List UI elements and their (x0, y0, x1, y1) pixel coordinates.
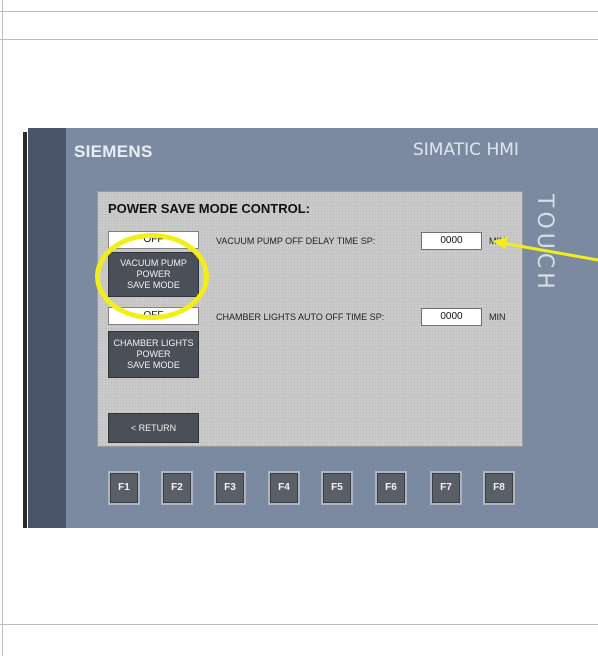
product-name: SIMATIC HMI (413, 140, 519, 160)
screen-title: POWER SAVE MODE CONTROL: (108, 201, 310, 216)
footer-rule (0, 624, 598, 625)
chamber-delay-label: CHAMBER LIGHTS AUTO OFF TIME SP: (216, 312, 385, 322)
chamber-delay-input[interactable]: 0000 (421, 308, 482, 326)
header-rule (0, 39, 598, 40)
brand-logo: SIEMENS (74, 142, 153, 161)
vacuum-delay-label: VACUUM PUMP OFF DELAY TIME SP: (216, 236, 376, 246)
return-label: < RETURN (130, 422, 177, 433)
chamber-delay-unit: MIN (489, 312, 506, 322)
function-key-f1[interactable]: F1 (108, 471, 140, 505)
function-key-f7[interactable]: F7 (430, 471, 462, 505)
function-key-f5[interactable]: F5 (321, 471, 353, 505)
function-key-f6[interactable]: F6 (375, 471, 407, 505)
chamber-btn-line2: POWER (136, 349, 171, 359)
vacuum-delay-input[interactable]: 0000 (421, 232, 482, 250)
device-side-panel (28, 128, 66, 528)
return-button[interactable]: < RETURN (108, 413, 199, 443)
function-key-f2[interactable]: F2 (161, 471, 193, 505)
function-key-f4[interactable]: F4 (268, 471, 300, 505)
highlight-arrow-icon (492, 237, 598, 262)
chamber-btn-line3: SAVE MODE (127, 360, 180, 370)
chamber-btn-line1: CHAMBER LIGHTS (113, 338, 194, 348)
function-key-f3[interactable]: F3 (214, 471, 246, 505)
device-left-edge (23, 132, 27, 528)
left-rule (2, 0, 3, 656)
function-key-f8[interactable]: F8 (483, 471, 515, 505)
top-rule (0, 11, 598, 12)
chamber-lights-power-save-button[interactable]: CHAMBER LIGHTS POWER SAVE MODE (108, 331, 199, 378)
highlight-circle (95, 233, 209, 320)
